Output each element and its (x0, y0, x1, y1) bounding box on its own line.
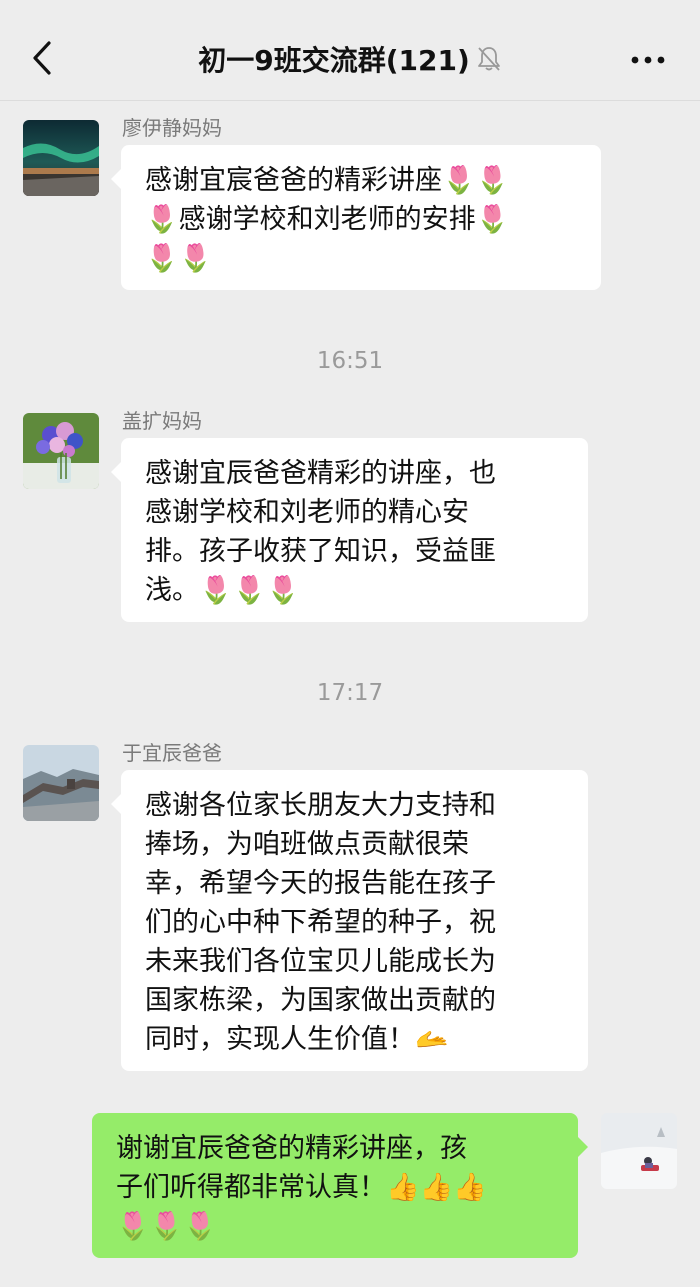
flower-vase-avatar (23, 413, 99, 489)
timestamp: 16:51 (316, 348, 384, 374)
back-button[interactable] (22, 38, 62, 78)
chat-title: 初一9班交流群(121) (198, 44, 470, 77)
message-line: 🌷感谢学校和刘老师的安排🌷 (145, 204, 510, 235)
message-line: 浅。🌷🌷🌷 (145, 575, 300, 606)
avatar[interactable] (23, 745, 99, 821)
message-line: 子们听得都非常认真！👍👍👍 (116, 1172, 487, 1203)
message-line: 🌷🌷🌷 (116, 1211, 217, 1242)
message-line: 幸，希望今天的报告能在孩子 (145, 868, 496, 899)
message-line: 谢谢宜辰爸爸的精彩讲座，孩 (116, 1133, 467, 1164)
bell-muted-icon (477, 47, 500, 71)
message-line: 未来我们各位宝贝儿能成长为 (145, 946, 496, 977)
message-line: 同时，实现人生价值！🫴 (145, 1024, 449, 1055)
sender-name: 廖伊静妈妈 (122, 116, 222, 140)
sender-name: 于宜辰爸爸 (122, 741, 222, 765)
avatar[interactable] (23, 413, 99, 489)
chat-header: 初一9班交流群(121) (0, 0, 700, 101)
avatar[interactable] (23, 120, 99, 196)
message-line: 国家栋梁，为国家做出贡献的 (145, 985, 496, 1016)
message-bubble-self[interactable]: 谢谢宜辰爸爸的精彩讲座，孩 子们听得都非常认真！👍👍👍 🌷🌷🌷 (92, 1113, 588, 1258)
chat-title-area[interactable]: 初一9班交流群(121) (100, 36, 600, 82)
message-line: 感谢宜辰爸爸精彩的讲座，也 (145, 458, 496, 489)
snow-sled-avatar (601, 1113, 677, 1189)
message-line: 🌷🌷 (145, 243, 213, 274)
message-bubble[interactable]: 感谢宜辰爸爸精彩的讲座，也 感谢学校和刘老师的精心安 排。孩子收获了知识，受益匪… (111, 438, 588, 622)
more-options-button[interactable] (626, 40, 670, 80)
chevron-left-icon (33, 41, 51, 75)
message-line: 排。孩子收获了知识，受益匪 (145, 536, 496, 567)
more-dots-icon (631, 56, 665, 64)
message-bubble[interactable]: 感谢各位家长朋友大力支持和 捧场，为咱班做点贡献很荣 幸，希望今天的报告能在孩子… (111, 770, 588, 1071)
message-bubble[interactable]: 感谢宜宸爸爸的精彩讲座🌷🌷 🌷感谢学校和刘老师的安排🌷 🌷🌷 (111, 145, 601, 290)
message-line: 们的心中种下希望的种子，祝 (145, 907, 496, 938)
message-line: 感谢宜宸爸爸的精彩讲座🌷🌷 (145, 165, 510, 196)
great-wall-avatar (23, 745, 99, 821)
message-line: 捧场，为咱班做点贡献很荣 (145, 829, 469, 860)
message-line: 感谢各位家长朋友大力支持和 (145, 790, 496, 821)
sender-name: 盖扩妈妈 (122, 409, 202, 433)
aurora-landscape-avatar (23, 120, 99, 196)
chat-screen: 初一9班交流群(121) 廖伊静妈妈 感谢宜宸爸爸的精彩讲座🌷🌷 🌷感谢学校和刘… (0, 0, 700, 1287)
self-avatar[interactable] (601, 1113, 677, 1189)
message-line: 感谢学校和刘老师的精心安 (145, 497, 469, 528)
timestamp: 17:17 (316, 680, 384, 706)
